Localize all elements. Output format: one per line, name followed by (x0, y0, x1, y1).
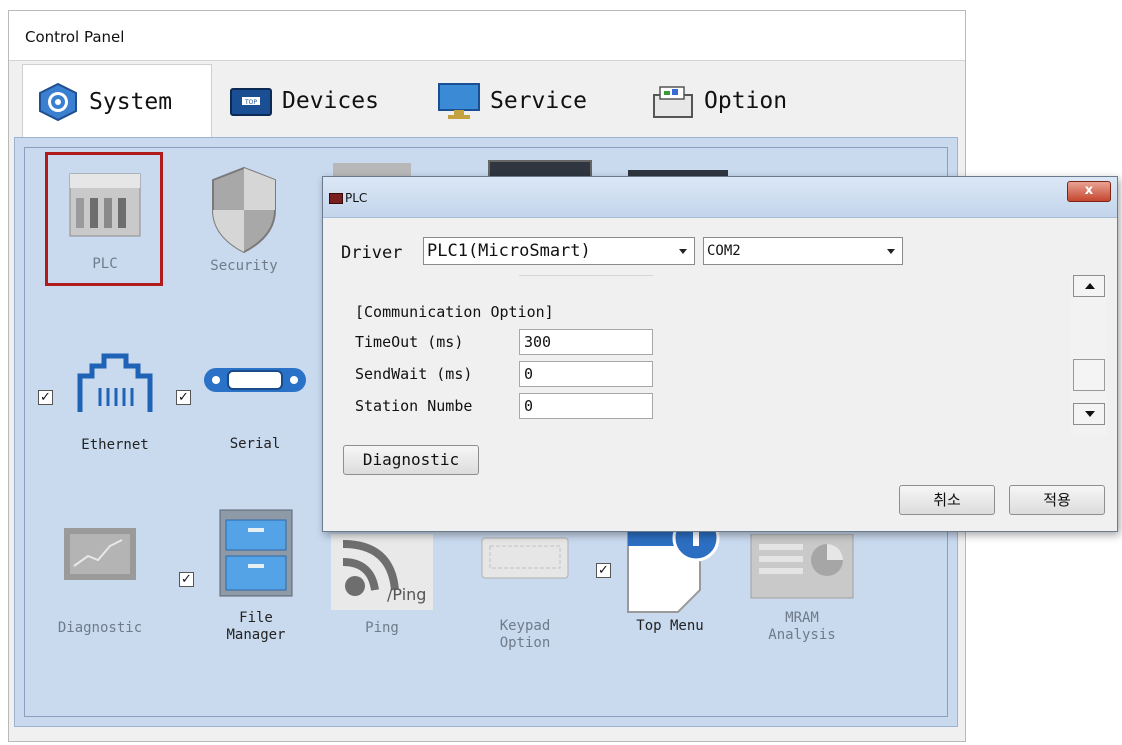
file-manager-label-1: File (239, 610, 273, 626)
serial-item[interactable]: Serial (200, 356, 310, 453)
serial-port-icon (204, 368, 306, 392)
plc-item[interactable]: PLC (50, 164, 160, 273)
gear-icon (39, 82, 77, 122)
ethernet-item[interactable]: Ethernet (60, 340, 170, 454)
ethernet-label: Ethernet (81, 437, 149, 453)
keypad-option-item[interactable]: Keypad Option (470, 536, 580, 652)
drawer-icon (653, 86, 693, 118)
ping-icon-text: /Ping (387, 585, 426, 604)
title-bar: Control Panel (9, 11, 965, 61)
keypad-label-2: Option (499, 635, 551, 651)
ping-signal-icon: /Ping (331, 534, 433, 610)
serial-label: Serial (229, 436, 281, 452)
apply-button[interactable]: 적용 (1009, 485, 1105, 515)
scroll-up-button[interactable] (1073, 275, 1105, 297)
station-number-field[interactable]: 0 (519, 393, 653, 419)
top-menu-item[interactable]: Top Menu (620, 514, 720, 635)
top-menu-checkbox[interactable]: ✓ (596, 563, 611, 578)
mram-label-2: Analysis (768, 627, 836, 643)
scroll-down-button[interactable] (1073, 403, 1105, 425)
file-manager-label-2: Manager (226, 627, 286, 643)
tab-system-label: System (89, 89, 173, 115)
ping-label: Ping (365, 620, 399, 636)
section-header: [Communication Option] (355, 303, 554, 321)
arrow-down-icon (1085, 411, 1095, 417)
file-cabinet-icon (219, 509, 293, 597)
file-manager-item[interactable]: File Manager (206, 506, 306, 644)
security-item[interactable]: Security (194, 164, 294, 275)
station-number-label: Station Numbe (355, 397, 473, 415)
driver-select[interactable]: PLC1(MicroSmart) (423, 237, 695, 265)
diagnostic-label: Diagnostic (57, 620, 143, 636)
ping-item[interactable]: /Ping Ping (330, 534, 434, 637)
port-select[interactable]: COM2 (703, 237, 903, 265)
tab-option-label: Option (704, 88, 788, 114)
shield-icon (212, 166, 276, 254)
hidden-item-icon (333, 163, 411, 177)
tab-devices[interactable]: TOP Devices (216, 64, 416, 138)
keypad-label-1: Keypad (499, 618, 551, 634)
driver-label: Driver (341, 243, 403, 263)
top-menu-icon (627, 514, 720, 613)
port-select-value: COM2 (707, 243, 741, 259)
tab-devices-label: Devices (282, 88, 379, 114)
mram-analysis-item[interactable]: MRAM Analysis (742, 533, 862, 644)
keyboard-icon (481, 537, 569, 579)
vnc-ftp-monitor-icon (438, 83, 480, 119)
tab-system[interactable]: System (22, 64, 212, 139)
sendwait-field[interactable]: 0 (519, 361, 653, 387)
tab-service-label: Service (490, 88, 587, 114)
diagnostic-chart-icon (64, 528, 136, 580)
arrow-up-icon (1085, 283, 1095, 289)
plc-small-icon (329, 193, 343, 204)
file-manager-checkbox[interactable]: ✓ (179, 572, 194, 587)
scrolled-field-edge (519, 271, 653, 276)
chevron-down-icon (679, 249, 687, 254)
plc-icon (69, 173, 141, 237)
mram-label-1: MRAM (785, 610, 819, 626)
timeout-field[interactable]: 300 (519, 329, 653, 355)
close-button[interactable]: x (1067, 181, 1111, 202)
tab-service[interactable]: Service (424, 64, 630, 138)
mram-analysis-icon (750, 533, 854, 599)
ethernet-port-icon (77, 353, 153, 412)
chevron-down-icon (887, 249, 895, 254)
security-label: Security (210, 258, 278, 274)
timeout-label: TimeOut (ms) (355, 333, 464, 351)
top-menu-label: Top Menu (636, 618, 704, 634)
diagnostic-item[interactable]: Diagnostic (40, 526, 160, 637)
top-display-icon: TOP (230, 88, 272, 116)
plc-label: PLC (92, 256, 118, 272)
serial-checkbox[interactable]: ✓ (176, 390, 191, 405)
svg-text:TOP: TOP (244, 99, 257, 106)
sendwait-label: SendWait (ms) (355, 365, 473, 383)
dialog-title: PLC (345, 191, 368, 205)
driver-select-value: PLC1(MicroSmart) (427, 241, 591, 261)
ethernet-checkbox[interactable]: ✓ (38, 390, 53, 405)
diagnostic-button[interactable]: Diagnostic (343, 445, 479, 475)
dialog-title-bar: PLC x (323, 177, 1117, 218)
window-title: Control Panel (25, 28, 125, 46)
options-scrollbar[interactable] (1071, 275, 1107, 435)
tab-option[interactable]: Option (638, 64, 838, 138)
cancel-button[interactable]: 취소 (899, 485, 995, 515)
plc-dialog: PLC x Driver PLC1(MicroSmart) COM2 [Comm… (322, 176, 1118, 532)
scroll-thumb[interactable] (1073, 359, 1105, 391)
